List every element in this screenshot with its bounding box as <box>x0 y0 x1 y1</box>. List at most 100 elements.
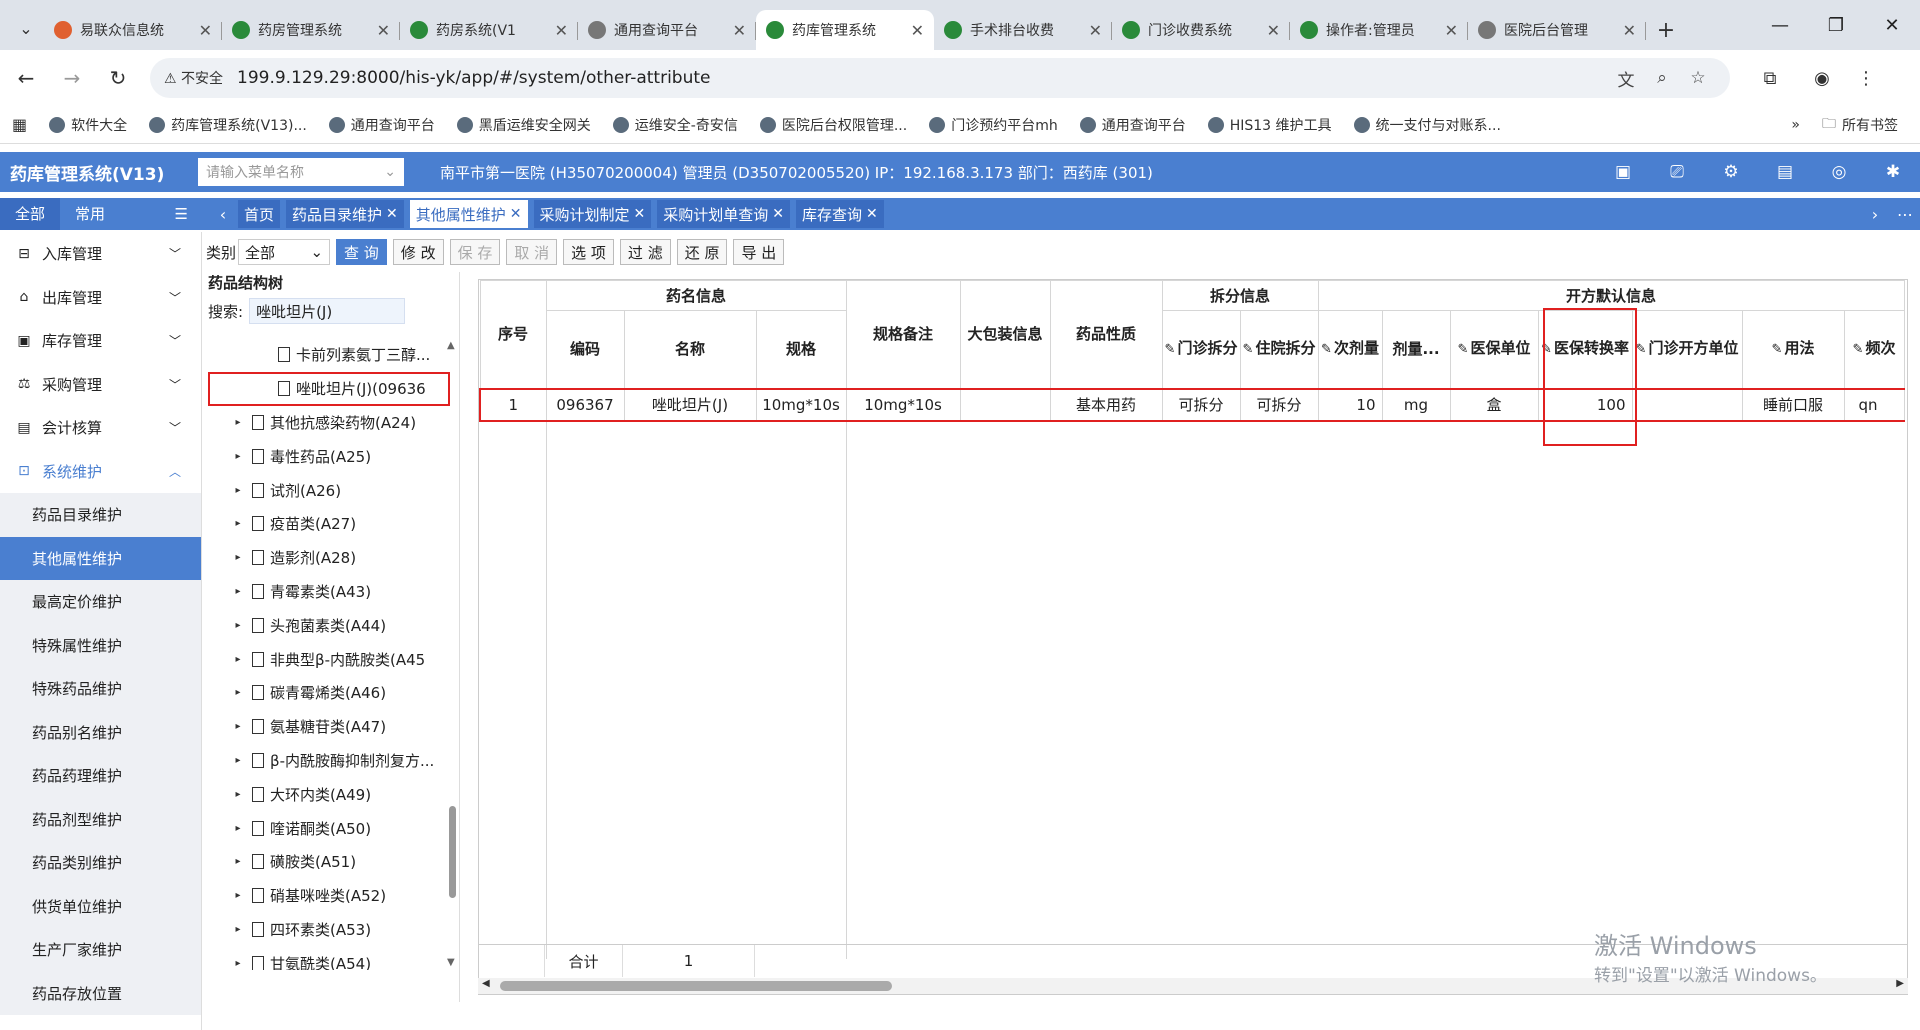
close-tab-icon[interactable]: ✕ <box>1089 21 1102 40</box>
expand-arrow-icon[interactable]: ▸ <box>230 586 246 597</box>
translate-icon[interactable]: 文 <box>1608 66 1644 91</box>
col-spec[interactable]: 规格 <box>755 310 847 389</box>
expand-arrow-icon[interactable]: ▸ <box>230 721 246 732</box>
sidebar-item[interactable]: 供货单位维护 <box>0 884 201 928</box>
tree-node[interactable]: ▸ 非典型β-内酰胺类(A45 <box>206 642 450 676</box>
browser-menu-icon[interactable]: ⋮ <box>1844 58 1888 98</box>
col-dose-unit[interactable]: 剂量... <box>1381 310 1451 389</box>
close-tab-icon[interactable]: ✕ <box>1445 21 1458 40</box>
col-insurance-unit[interactable]: ✎ 医保单位 <box>1449 310 1539 389</box>
cell-outpatient-unit[interactable] <box>1631 387 1743 422</box>
toolbar-button[interactable]: 选 项 <box>563 239 614 265</box>
tree-leaf-item[interactable]: 卡前列素氨丁三醇... <box>206 338 450 372</box>
tabs-scroll-left-icon[interactable]: ‹ <box>208 205 238 224</box>
scroll-down-icon[interactable]: ▼ <box>447 957 455 968</box>
cell-nature[interactable]: 基本用药 <box>1049 387 1163 422</box>
col-name[interactable]: 名称 <box>623 310 757 389</box>
sidebar-item[interactable]: 生产厂家维护 <box>0 928 201 972</box>
sidebar-item[interactable]: 药品药理维护 <box>0 754 201 798</box>
close-tab-icon[interactable]: ✕ <box>772 206 784 222</box>
scroll-left-icon[interactable]: ◀ <box>482 978 490 989</box>
document-icon[interactable]: ▤ <box>1758 162 1812 182</box>
col-outpatient-split[interactable]: ✎ 门诊拆分 <box>1161 310 1241 389</box>
cell-code[interactable]: 096367 <box>545 387 625 422</box>
page-tab[interactable]: 库存查询 ✕ <box>796 200 884 228</box>
scroll-right-icon[interactable]: ▶ <box>1896 978 1904 989</box>
sidebar-item[interactable]: 药品剂型维护 <box>0 797 201 841</box>
scroll-thumb[interactable] <box>449 806 456 898</box>
toolbar-button[interactable]: 还 原 <box>676 239 728 265</box>
col-code[interactable]: 编码 <box>545 310 625 389</box>
settings-icon[interactable]: ✱ <box>1866 162 1920 182</box>
apps-grid-icon[interactable]: ▦ <box>12 115 27 134</box>
sidebar-item[interactable]: 最高定价维护 <box>0 580 201 624</box>
scroll-up-icon[interactable]: ▲ <box>447 340 455 351</box>
expand-arrow-icon[interactable]: ▸ <box>230 417 246 428</box>
tree-scrollbar[interactable]: ▲ ▼ <box>445 338 459 970</box>
back-icon[interactable]: ← <box>6 58 46 98</box>
browser-tab[interactable]: 易联众信息统 ✕ <box>44 10 222 50</box>
expand-arrow-icon[interactable]: ▸ <box>230 687 246 698</box>
cell-dose-qty[interactable]: 10 <box>1317 387 1383 422</box>
tree-node[interactable]: ▸ 喹诺酮类(A50) <box>206 811 450 845</box>
security-indicator[interactable]: ⚠ 不安全 <box>164 68 223 88</box>
expand-arrow-icon[interactable]: ▸ <box>230 654 246 665</box>
table-row[interactable]: 1 096367 唑吡坦片(J) 10mg*10s 10mg*10s 基本用药 … <box>479 387 1905 422</box>
browser-tab[interactable]: 操作者:管理员 ✕ <box>1290 10 1468 50</box>
tree-node[interactable]: ▸ 硝基咪唑类(A52) <box>206 879 450 913</box>
browser-tab[interactable]: 药房系统(V1 ✕ <box>400 10 578 50</box>
tab-search-chevron-icon[interactable]: ⌄ <box>8 6 44 50</box>
bookmark-item[interactable]: 医院后台权限管理... <box>759 115 907 135</box>
url-text[interactable]: 199.9.129.29:8000/his-yk/app/#/system/ot… <box>237 68 1608 88</box>
cell-seq[interactable]: 1 <box>479 387 547 422</box>
maximize-icon[interactable]: ❐ <box>1806 0 1866 50</box>
bookmark-item[interactable]: 药库管理系统(V13)... <box>149 115 307 135</box>
tabs-more-icon[interactable]: ⋯ <box>1890 205 1920 224</box>
expand-arrow-icon[interactable]: ▸ <box>230 823 246 834</box>
monitor-icon[interactable]: ⎚ <box>1650 162 1704 182</box>
close-tab-icon[interactable]: ✕ <box>199 21 212 40</box>
tree-node[interactable]: ▸ 造影剂(A28) <box>206 541 450 575</box>
sidebar-item[interactable]: 特殊药品维护 <box>0 667 201 711</box>
browser-tab[interactable]: 药房管理系统 ✕ <box>222 10 400 50</box>
toolbar-button[interactable]: 导 出 <box>733 239 785 265</box>
minimize-icon[interactable]: — <box>1750 0 1810 50</box>
tree-node[interactable]: ▸ 大环内类(A49) <box>206 777 450 811</box>
tree-leaf-item[interactable]: 唑吡坦片(J)(09636 <box>208 371 450 406</box>
sidebar-group[interactable]: ⚖ 采购管理 ﹀ <box>0 363 201 407</box>
more-bookmarks-icon[interactable]: » <box>1791 117 1800 133</box>
col-big-pack[interactable]: 大包装信息 <box>959 280 1051 389</box>
col-nature[interactable]: 药品性质 <box>1049 280 1163 389</box>
cell-freq[interactable]: qn <box>1843 387 1905 422</box>
sidebar-group[interactable]: ⊟ 入库管理 ﹀ <box>0 232 201 276</box>
tree-node[interactable]: ▸ 四环素类(A53) <box>206 913 450 947</box>
bookmark-item[interactable]: 黑盾运维安全网关 <box>456 115 591 135</box>
browser-tab[interactable]: 医院后台管理 ✕ <box>1468 10 1646 50</box>
browser-tab[interactable]: 手术排台收费 ✕ <box>934 10 1112 50</box>
close-window-icon[interactable]: ✕ <box>1862 0 1920 50</box>
page-tab[interactable]: 采购计划单查询 ✕ <box>657 200 791 228</box>
page-tab[interactable]: 采购计划制定 ✕ <box>533 200 652 228</box>
tree-node[interactable]: ▸ 其他抗感染药物(A24) <box>206 406 450 440</box>
tab-all[interactable]: 全部 <box>0 198 60 230</box>
tree-node[interactable]: ▸ 疫苗类(A27) <box>206 507 450 541</box>
all-bookmarks-folder[interactable]: 🗀 所有书签 <box>1822 113 1898 137</box>
tree-node[interactable]: ▸ 毒性药品(A25) <box>206 439 450 473</box>
cell-usage[interactable]: 睡前口服 <box>1741 387 1845 422</box>
omnibox[interactable]: ⚠ 不安全 199.9.129.29:8000/his-yk/app/#/sys… <box>150 58 1730 98</box>
page-tab[interactable]: 其他属性维护 ✕ <box>409 200 528 228</box>
cell-spec-note[interactable]: 10mg*10s <box>845 387 961 422</box>
close-tab-icon[interactable]: ✕ <box>911 21 924 40</box>
browser-tab[interactable]: 药库管理系统 ✕ <box>756 10 934 50</box>
expand-arrow-icon[interactable]: ▸ <box>230 856 246 867</box>
toolbar-button[interactable]: 修 改 <box>392 239 444 265</box>
sidebar-group[interactable]: ▣ 库存管理 ﹀ <box>0 319 201 363</box>
close-tab-icon[interactable]: ✕ <box>510 206 522 222</box>
sidebar-group[interactable]: ⌂ 出库管理 ﹀ <box>0 276 201 320</box>
close-tab-icon[interactable]: ✕ <box>866 206 878 222</box>
close-tab-icon[interactable]: ✕ <box>377 21 390 40</box>
eye-icon[interactable]: ◎ <box>1812 162 1866 182</box>
tree-node[interactable]: ▸ 甘氨酰类(A54) <box>206 946 450 970</box>
extensions-icon[interactable]: ⧉ <box>1748 58 1792 98</box>
cell-inpatient-split[interactable]: 可拆分 <box>1239 387 1319 422</box>
